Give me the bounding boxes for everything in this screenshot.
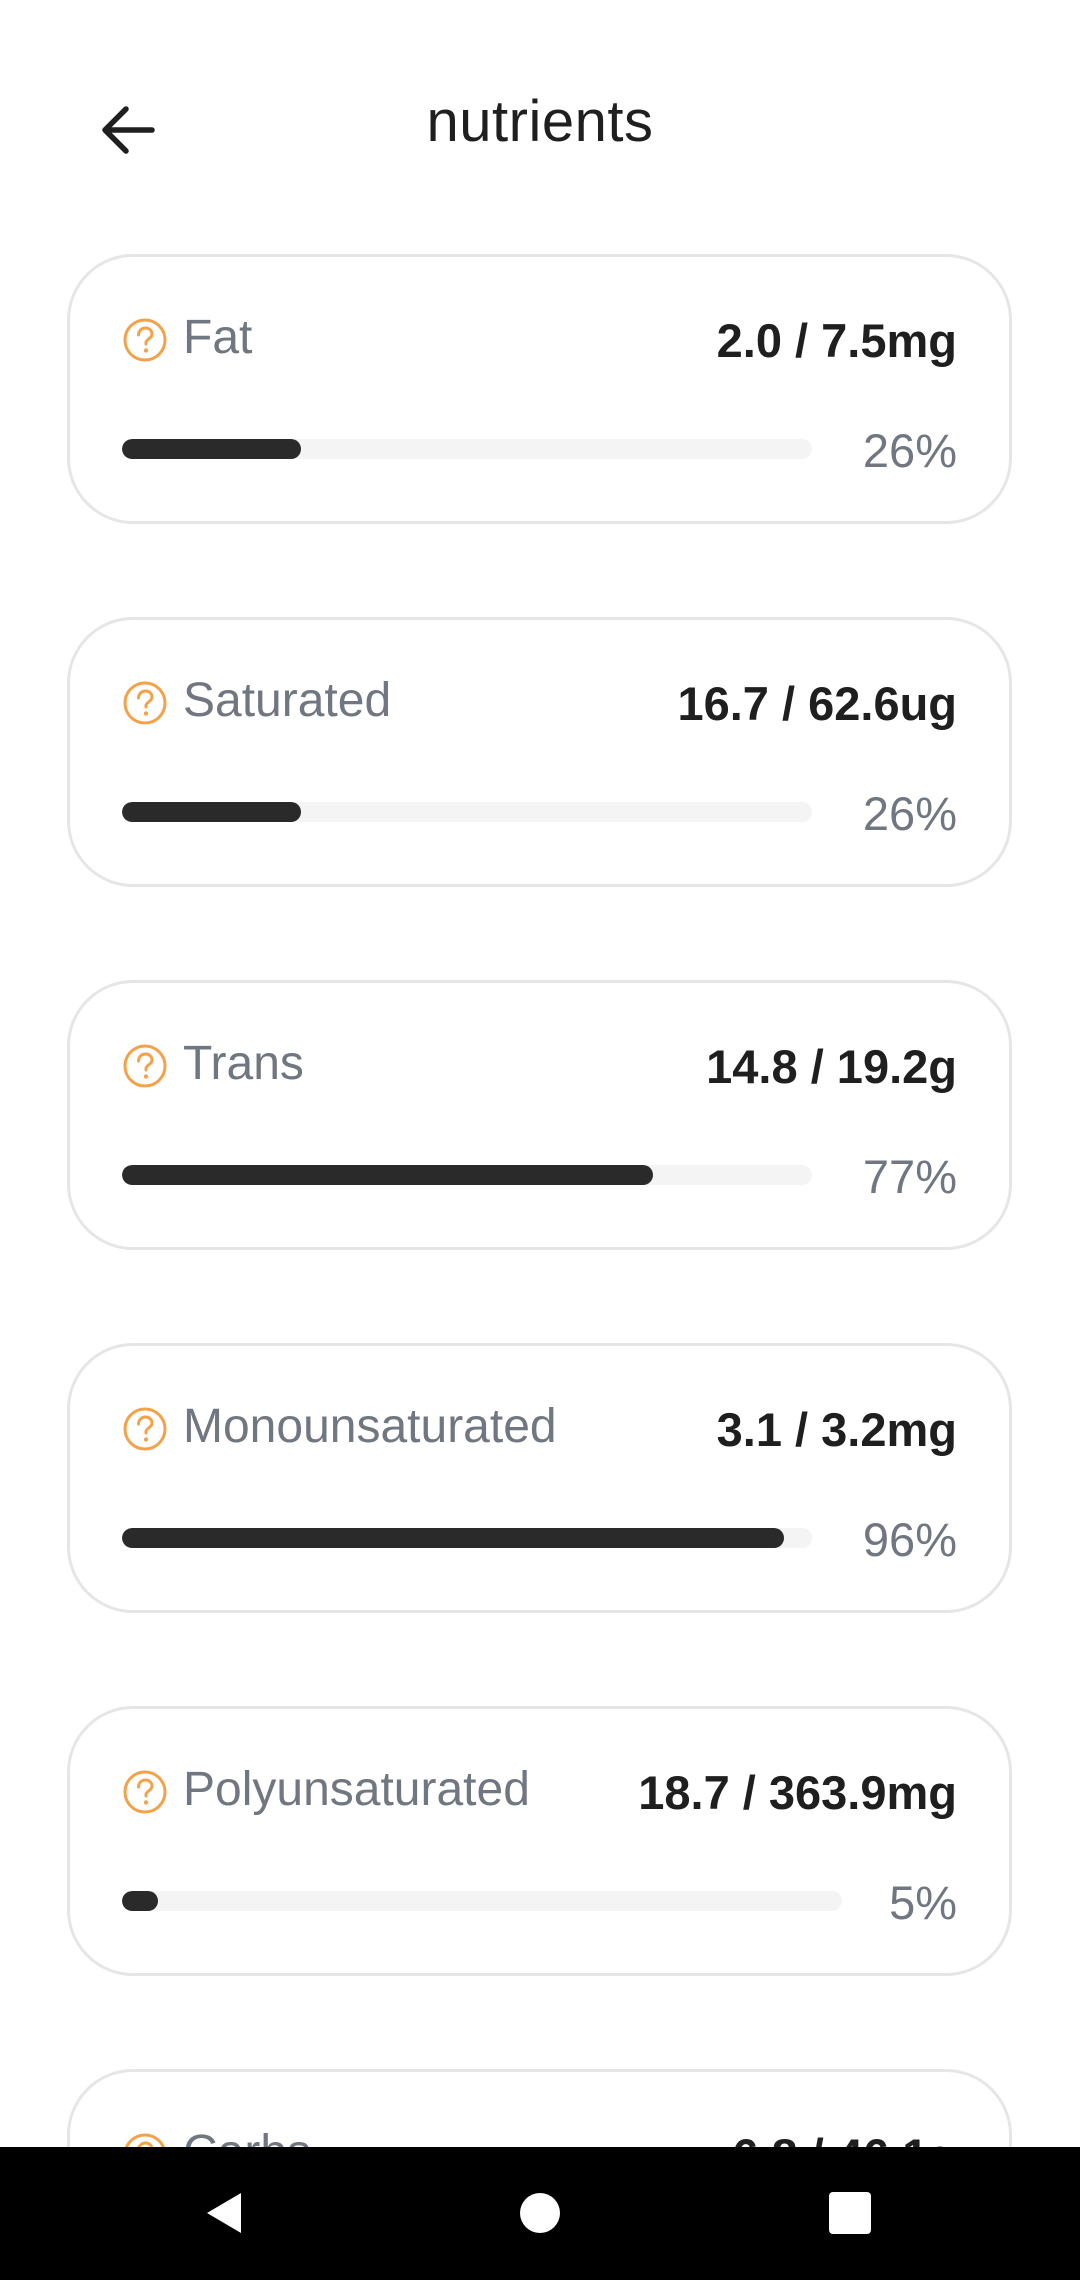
- nutrient-name: Monounsaturated: [183, 1400, 557, 1453]
- help-icon[interactable]: [122, 2132, 168, 2147]
- progress-fill: [122, 1891, 158, 1911]
- help-icon[interactable]: [122, 680, 168, 726]
- nutrient-amount: 6.8 / 46.1g: [732, 2128, 957, 2147]
- page-title: nutrients: [426, 89, 654, 154]
- nutrient-name: Fat: [183, 311, 253, 364]
- progress-fill: [122, 1528, 785, 1548]
- nutrient-name: Polyunsaturated: [183, 1763, 530, 1816]
- nutrient-card[interactable]: Polyunsaturated 18.7 / 363.9mg 5%: [67, 1706, 1012, 1976]
- progress-track: [122, 1165, 812, 1185]
- help-icon[interactable]: [122, 1406, 168, 1452]
- nutrient-percent: 5%: [889, 1876, 957, 1929]
- nutrient-card[interactable]: Fat 2.0 / 7.5mg 26%: [67, 254, 1012, 524]
- nutrient-list[interactable]: Fat 2.0 / 7.5mg 26% Saturated 16.7 / 62.6ug 2…: [0, 0, 1080, 2147]
- nav-home-button[interactable]: [504, 2177, 576, 2249]
- nutrient-amount: 2.0 / 7.5mg: [716, 314, 957, 367]
- circle-home-icon: [520, 2193, 560, 2233]
- nutrient-percent: 96%: [862, 1513, 957, 1566]
- nutrient-name: Carbs: [183, 2125, 311, 2147]
- progress-track: [122, 1528, 812, 1548]
- system-navigation-bar: [0, 2147, 1080, 2280]
- help-icon[interactable]: [122, 1769, 168, 1815]
- nutrient-percent: 26%: [862, 424, 957, 477]
- nutrient-amount: 18.7 / 363.9mg: [638, 1766, 957, 1819]
- app-screen: Fat 2.0 / 7.5mg 26% Saturated 16.7 / 62.6ug 2…: [0, 0, 1080, 2280]
- nav-recents-button[interactable]: [814, 2177, 886, 2249]
- progress-fill: [122, 802, 302, 822]
- nutrient-percent: 77%: [862, 1150, 957, 1203]
- progress-track: [122, 439, 812, 459]
- square-recents-icon: [829, 2192, 871, 2234]
- progress-track: [122, 802, 812, 822]
- nutrient-percent: 26%: [862, 787, 957, 840]
- progress-fill: [122, 439, 302, 459]
- help-icon[interactable]: [122, 1043, 168, 1089]
- nutrient-card[interactable]: Saturated 16.7 / 62.6ug 26%: [67, 617, 1012, 887]
- nutrient-card[interactable]: Monounsaturated 3.1 / 3.2mg 96%: [67, 1343, 1012, 1613]
- help-icon[interactable]: [122, 317, 168, 363]
- nutrient-card[interactable]: Trans 14.8 / 19.2g 77%: [67, 980, 1012, 1250]
- nutrient-amount: 3.1 / 3.2mg: [716, 1403, 957, 1456]
- top-app-bar: nutrients: [0, 0, 1080, 250]
- nav-back-button[interactable]: [188, 2177, 260, 2249]
- nutrient-name: Trans: [183, 1037, 304, 1090]
- nutrient-card[interactable]: Carbs 6.8 / 46.1g: [67, 2069, 1012, 2147]
- nutrient-amount: 16.7 / 62.6ug: [677, 677, 957, 730]
- progress-track: [122, 1891, 842, 1911]
- triangle-back-icon: [207, 2193, 241, 2233]
- progress-fill: [122, 1165, 654, 1185]
- nutrient-amount: 14.8 / 19.2g: [706, 1040, 957, 1093]
- nutrient-name: Saturated: [183, 674, 392, 727]
